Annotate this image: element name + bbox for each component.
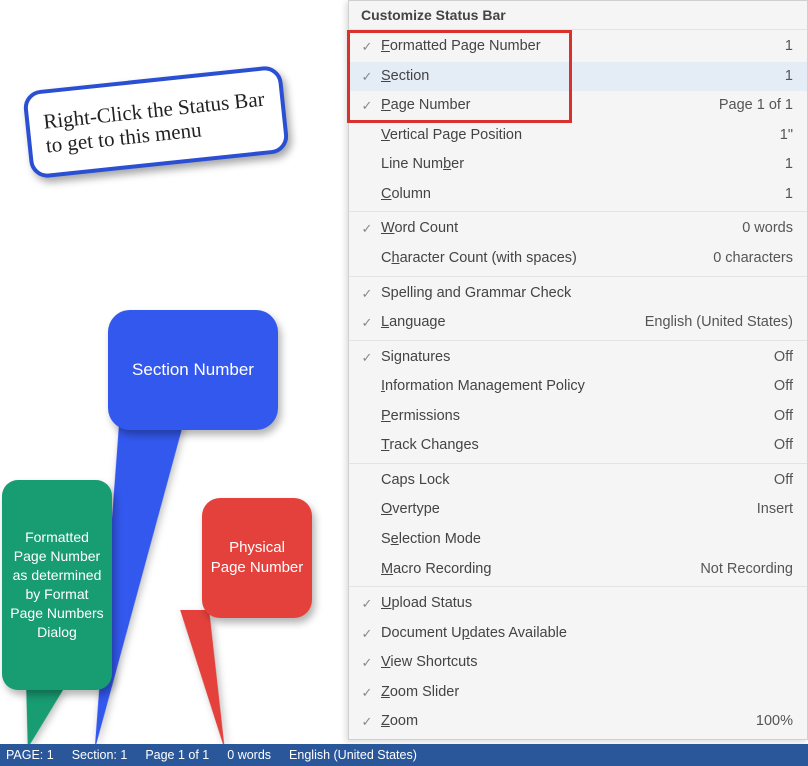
menu-item-label: Formatted Page Number xyxy=(381,37,773,57)
instruction-callout: Right-Click the Status Bar to get to thi… xyxy=(22,65,290,180)
menu-item[interactable]: Column1 xyxy=(349,180,807,210)
menu-item-label: Language xyxy=(381,313,633,333)
menu-item-label: Word Count xyxy=(381,219,730,239)
menu-item[interactable]: Vertical Page Position1" xyxy=(349,121,807,151)
status-section[interactable]: Section: 1 xyxy=(72,748,128,762)
menu-item-value: Off xyxy=(762,436,793,456)
menu-item[interactable]: Caps LockOff xyxy=(349,466,807,496)
check-icon: ✓ xyxy=(353,595,381,613)
menu-group: ✓SignaturesOffInformation Management Pol… xyxy=(349,340,807,463)
status-page-of[interactable]: Page 1 of 1 xyxy=(145,748,209,762)
menu-item-label: View Shortcuts xyxy=(381,653,781,673)
menu-item-value: 1 xyxy=(773,67,793,87)
menu-item[interactable]: Line Number1 xyxy=(349,150,807,180)
menu-item-label: Column xyxy=(381,185,773,205)
menu-item-value: 1 xyxy=(773,185,793,205)
menu-item-label: Page Number xyxy=(381,96,707,116)
menu-title: Customize Status Bar xyxy=(349,1,807,29)
menu-group: ✓Spelling and Grammar Check✓LanguageEngl… xyxy=(349,276,807,340)
check-icon: ✓ xyxy=(353,314,381,332)
menu-item-label: Section xyxy=(381,67,773,87)
menu-item-label: Macro Recording xyxy=(381,560,688,580)
menu-item[interactable]: Selection Mode xyxy=(349,525,807,555)
status-bar[interactable]: PAGE: 1 Section: 1 Page 1 of 1 0 words E… xyxy=(0,744,808,766)
callout-blue-text: Section Number xyxy=(132,359,254,381)
menu-item-label: Zoom xyxy=(381,712,744,732)
menu-item-label: Selection Mode xyxy=(381,530,781,550)
menu-item[interactable]: ✓Word Count0 words xyxy=(349,214,807,244)
status-language[interactable]: English (United States) xyxy=(289,748,417,762)
menu-item-label: Caps Lock xyxy=(381,471,762,491)
menu-item-value: Off xyxy=(762,348,793,368)
menu-item-label: Permissions xyxy=(381,407,762,427)
menu-item[interactable]: ✓View Shortcuts xyxy=(349,648,807,678)
check-icon: ✓ xyxy=(353,220,381,238)
check-icon: ✓ xyxy=(353,654,381,672)
menu-item-label: Information Management Policy xyxy=(381,377,762,397)
check-icon: ✓ xyxy=(353,684,381,702)
status-words[interactable]: 0 words xyxy=(227,748,271,762)
menu-item-value: English (United States) xyxy=(633,313,793,333)
menu-item[interactable]: ✓Spelling and Grammar Check xyxy=(349,279,807,309)
callout-green-tail xyxy=(18,688,64,748)
callout-red-tail xyxy=(180,610,229,750)
menu-item-value: Off xyxy=(762,471,793,491)
menu-item-value: Page 1 of 1 xyxy=(707,96,793,116)
menu-item-label: Line Number xyxy=(381,155,773,175)
menu-item-value: Insert xyxy=(745,500,793,520)
callout-section-number: Section Number xyxy=(108,310,278,430)
menu-item-value: 0 words xyxy=(730,219,793,239)
menu-group: ✓Word Count0 wordsCharacter Count (with … xyxy=(349,211,807,275)
customize-status-bar-menu: Customize Status Bar ✓Formatted Page Num… xyxy=(348,0,808,740)
menu-item-value: 1 xyxy=(773,155,793,175)
check-icon: ✓ xyxy=(353,97,381,115)
menu-item[interactable]: Information Management PolicyOff xyxy=(349,372,807,402)
callout-green-text: Formatted Page Number as determined by F… xyxy=(8,528,106,641)
menu-item-label: Upload Status xyxy=(381,594,781,614)
menu-group: ✓Upload Status✓Document Updates Availabl… xyxy=(349,586,807,739)
menu-item-label: Signatures xyxy=(381,348,762,368)
check-icon: ✓ xyxy=(353,38,381,56)
menu-item[interactable]: Macro RecordingNot Recording xyxy=(349,555,807,585)
menu-item-value: 100% xyxy=(744,712,793,732)
check-icon: ✓ xyxy=(353,285,381,303)
callout-formatted-page-number: Formatted Page Number as determined by F… xyxy=(2,480,112,690)
callout-physical-page-number: Physical Page Number xyxy=(202,498,312,618)
menu-item[interactable]: ✓Zoom Slider xyxy=(349,678,807,708)
menu-item-value: Not Recording xyxy=(688,560,793,580)
check-icon: ✓ xyxy=(353,713,381,731)
check-icon: ✓ xyxy=(353,68,381,86)
menu-item[interactable]: Character Count (with spaces)0 character… xyxy=(349,244,807,274)
menu-item[interactable]: ✓SignaturesOff xyxy=(349,343,807,373)
menu-item-value: Off xyxy=(762,377,793,397)
check-icon: ✓ xyxy=(353,349,381,367)
menu-group: ✓Formatted Page Number1✓Section1✓Page Nu… xyxy=(349,29,807,211)
menu-item-value: 1 xyxy=(773,37,793,57)
menu-item[interactable]: PermissionsOff xyxy=(349,402,807,432)
menu-item-label: Character Count (with spaces) xyxy=(381,249,701,269)
status-page[interactable]: PAGE: 1 xyxy=(6,748,54,762)
menu-item-value: Off xyxy=(762,407,793,427)
check-icon: ✓ xyxy=(353,625,381,643)
menu-item[interactable]: ✓Document Updates Available xyxy=(349,619,807,649)
menu-item-label: Track Changes xyxy=(381,436,762,456)
instruction-text: Right-Click the Status Bar to get to thi… xyxy=(42,87,266,158)
callout-red-text: Physical Page Number xyxy=(210,538,304,579)
menu-item[interactable]: ✓Section1 xyxy=(349,62,807,92)
menu-item[interactable]: ✓Upload Status xyxy=(349,589,807,619)
menu-item[interactable]: ✓Zoom100% xyxy=(349,707,807,737)
menu-item[interactable]: ✓Page NumberPage 1 of 1 xyxy=(349,91,807,121)
menu-item[interactable]: ✓Formatted Page Number1 xyxy=(349,32,807,62)
menu-item-label: Spelling and Grammar Check xyxy=(381,284,781,304)
menu-item-label: Vertical Page Position xyxy=(381,126,768,146)
menu-item-value: 0 characters xyxy=(701,249,793,269)
menu-item[interactable]: ✓LanguageEnglish (United States) xyxy=(349,308,807,338)
menu-item-value: 1" xyxy=(768,126,793,146)
menu-group: Caps LockOffOvertypeInsertSelection Mode… xyxy=(349,463,807,586)
menu-item[interactable]: Track ChangesOff xyxy=(349,431,807,461)
menu-item-label: Overtype xyxy=(381,500,745,520)
menu-item-label: Zoom Slider xyxy=(381,683,781,703)
menu-item[interactable]: OvertypeInsert xyxy=(349,495,807,525)
menu-item-label: Document Updates Available xyxy=(381,624,781,644)
